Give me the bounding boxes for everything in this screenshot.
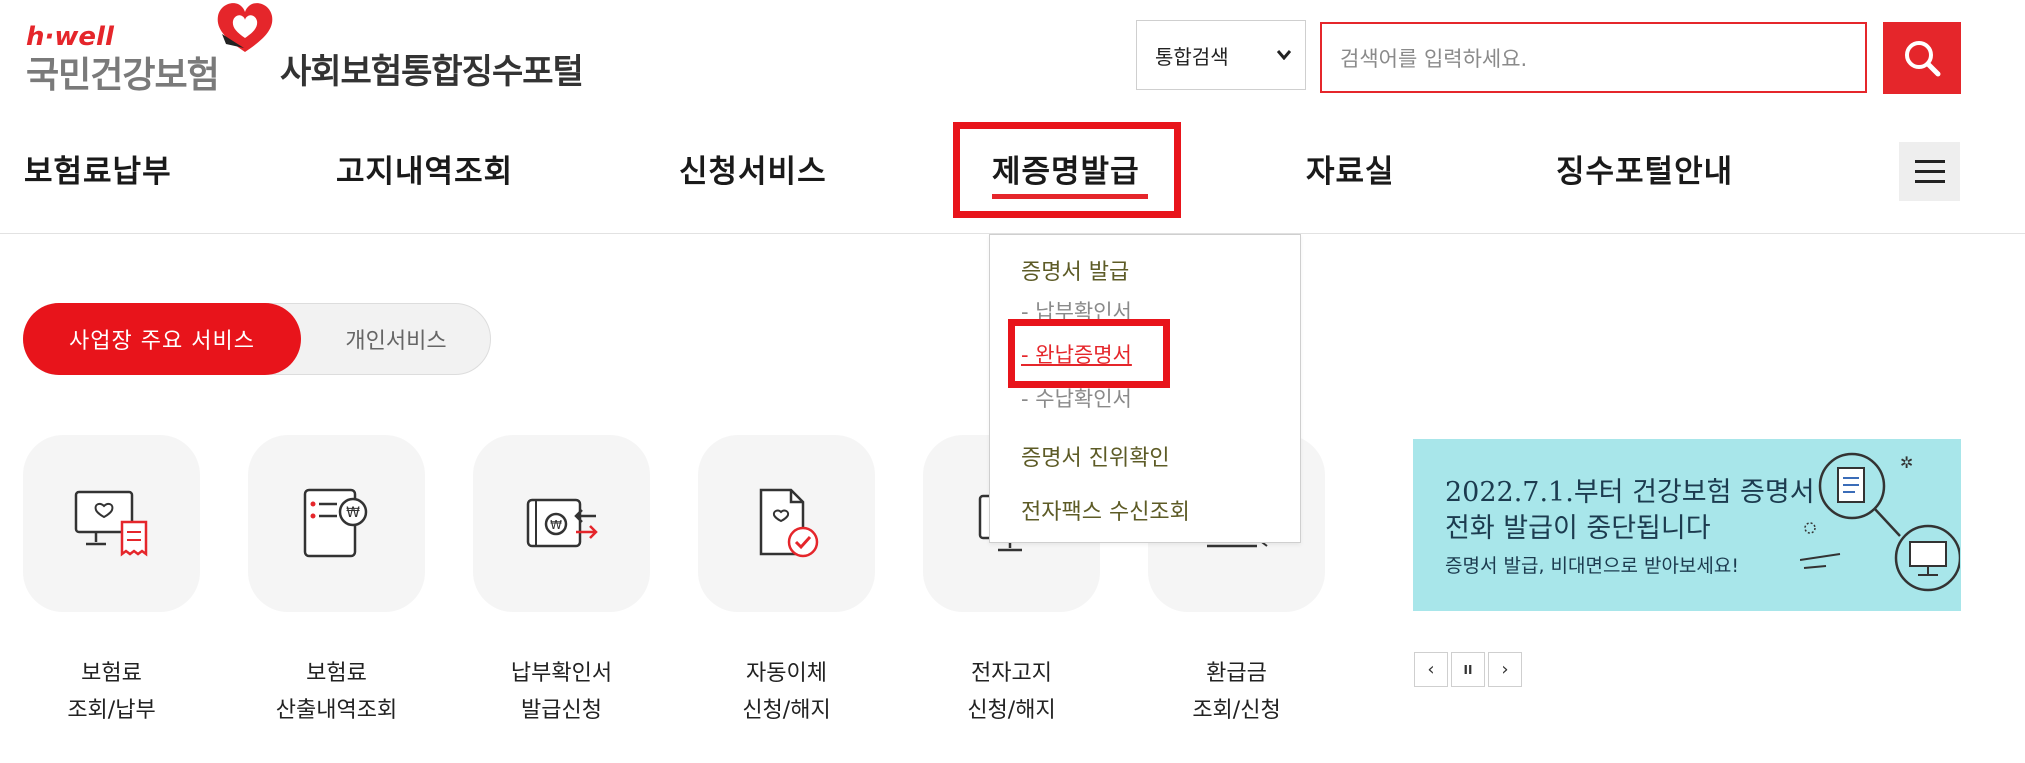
banner-line-1: 2022.7.1.부터 건강보험 증명서 <box>1445 477 1815 508</box>
search-input[interactable]: 검색어를 입력하세요. <box>1320 22 1867 93</box>
dropdown-certificate-verification[interactable]: 증명서 진위확인 <box>1021 440 1170 472</box>
search-button[interactable] <box>1883 22 1961 94</box>
brand-name[interactable]: 국민건강보험 <box>26 46 220 98</box>
selected-item-highlight <box>1008 319 1170 388</box>
svg-text:₩: ₩ <box>550 518 562 532</box>
service-label-refund: 환급금 조회/신청 <box>1192 661 1281 723</box>
nav-item-resources[interactable]: 자료실 <box>1306 146 1395 191</box>
active-nav-underline <box>992 194 1148 199</box>
nav-item-portal-guide[interactable]: 징수포털안내 <box>1556 146 1733 191</box>
search-scope-select[interactable]: 통합검색 <box>1136 20 1306 90</box>
heart-logo-icon <box>217 3 273 52</box>
service-label-premium-calc: 보험료 산출내역조회 <box>275 661 398 723</box>
document-won-icon: ₩ <box>303 488 367 557</box>
dropdown-receipt-confirmation[interactable]: - 수납확인서 <box>1021 383 1132 413</box>
hamburger-icon <box>1914 159 1945 183</box>
monitor-receipt-icon <box>74 490 147 556</box>
document-check-icon <box>759 488 818 557</box>
portal-title[interactable]: 사회보험통합징수포털 <box>280 44 584 93</box>
active-nav-highlight <box>953 122 1181 218</box>
service-label-payment-confirmation: 납부확인서 발급신청 <box>510 661 613 723</box>
wallet-transfer-icon: ₩ <box>526 498 598 547</box>
service-label-auto-transfer: 자동이체 신청/해지 <box>742 661 831 723</box>
nav-item-billing-inquiry[interactable]: 고지내역조회 <box>336 146 513 191</box>
service-tile-payment-confirmation[interactable]: ₩ <box>473 435 650 612</box>
slider-pause-button[interactable]: II <box>1451 652 1485 687</box>
personal-services-tab[interactable]: 개인서비스 <box>301 303 491 375</box>
document-search-illustration-icon: ✲ <box>1800 452 1960 592</box>
service-tile-auto-transfer[interactable] <box>698 435 875 612</box>
banner-line-3: 증명서 발급, 비대면으로 받아보세요! <box>1445 555 1739 577</box>
slider-prev-button[interactable]: ‹ <box>1414 652 1448 687</box>
chevron-down-icon <box>1277 50 1291 60</box>
svg-text:₩: ₩ <box>346 505 360 521</box>
search-scope-value: 통합검색 <box>1155 44 1229 69</box>
menu-button[interactable] <box>1899 142 1960 201</box>
slider-next-button[interactable]: › <box>1488 652 1522 687</box>
search-icon <box>1905 41 1941 77</box>
service-label-e-billing: 전자고지 신청/해지 <box>967 661 1056 723</box>
service-tile-premium-calc[interactable]: ₩ <box>248 435 425 612</box>
dropdown-certificate-issuance[interactable]: 증명서 발급 <box>1021 254 1129 286</box>
search-placeholder: 검색어를 입력하세요. <box>1340 46 1528 71</box>
service-label-premium-payment: 보험료 조회/납부 <box>67 661 156 723</box>
dropdown-efax-inquiry[interactable]: 전자팩스 수신조회 <box>1021 494 1190 526</box>
nav-item-application-service[interactable]: 신청서비스 <box>679 146 827 191</box>
nav-item-premium-payment[interactable]: 보험료납부 <box>24 146 172 191</box>
banner-line-2: 전화 발급이 중단됩니다 <box>1445 513 1711 544</box>
business-services-tab[interactable]: 사업장 주요 서비스 <box>23 303 301 375</box>
svg-text:✲: ✲ <box>1900 453 1913 472</box>
service-tile-premium-payment[interactable] <box>23 435 200 612</box>
